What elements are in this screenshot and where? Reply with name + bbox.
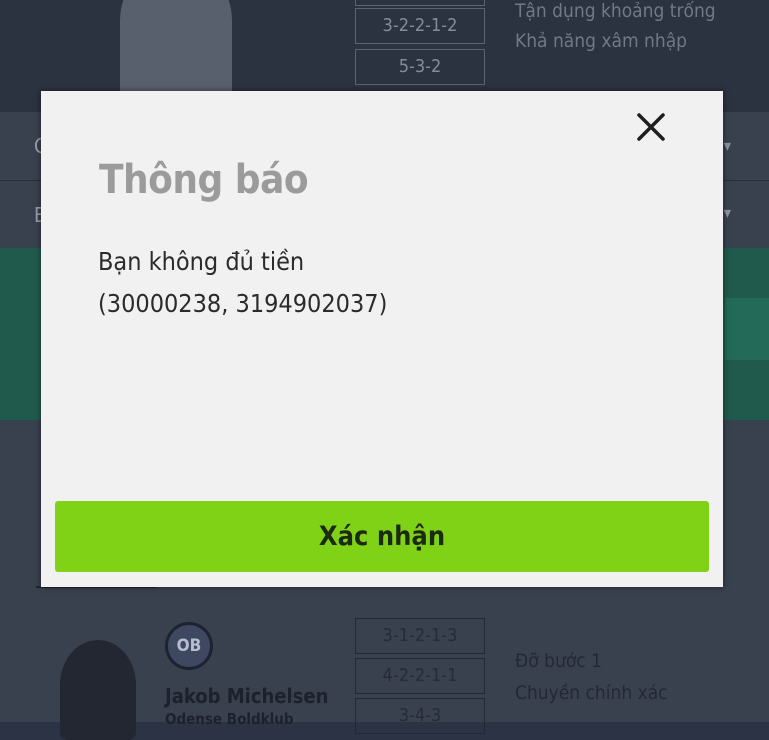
close-icon xyxy=(637,113,665,141)
dialog-message: Bạn không đủ tiền (30000238, 3194902037) xyxy=(98,241,658,325)
confirm-button[interactable]: Xác nhận xyxy=(55,501,709,572)
message-line: (30000238, 3194902037) xyxy=(98,289,388,318)
message-line: Bạn không đủ tiền xyxy=(98,247,305,276)
close-button[interactable] xyxy=(631,107,671,147)
dialog-title: Thông báo xyxy=(99,157,309,203)
notification-dialog: Thông báo Bạn không đủ tiền (30000238, 3… xyxy=(41,91,723,587)
